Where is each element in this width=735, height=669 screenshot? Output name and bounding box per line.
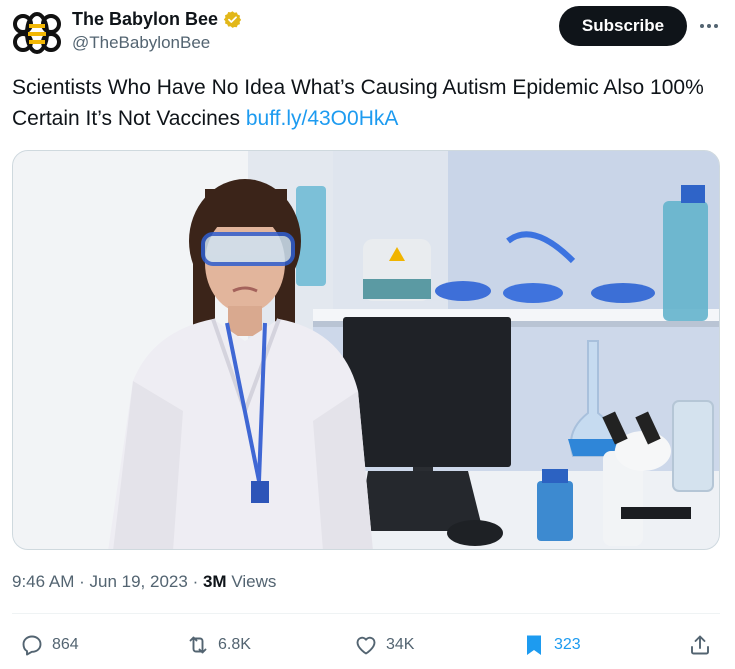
action-bar: 864 6.8K 34K 323 <box>12 630 720 660</box>
bookmark-icon <box>527 635 541 655</box>
gold-verified-badge-icon[interactable] <box>223 10 242 29</box>
repost-button[interactable]: 6.8K <box>186 630 251 660</box>
tweet-time[interactable]: 9:46 AM <box>12 572 74 591</box>
tweet-link[interactable]: buff.ly/43O0HkA <box>246 107 399 130</box>
tweet-meta: 9:46 AM · Jun 19, 2023 · 3M Views <box>12 570 276 594</box>
share-button[interactable] <box>688 630 712 660</box>
meta-separator: · <box>79 572 85 591</box>
like-button[interactable]: 34K <box>354 630 414 660</box>
tweet-photo[interactable] <box>12 150 720 550</box>
tweet-date[interactable]: Jun 19, 2023 <box>90 572 188 591</box>
more-horizontal-icon[interactable] <box>697 14 721 38</box>
reply-icon <box>22 635 42 656</box>
bee-logo-icon <box>13 12 61 54</box>
subscribe-button[interactable]: Subscribe <box>559 6 687 46</box>
tweet-text: Scientists Who Have No Idea What’s Causi… <box>12 72 712 134</box>
repost-count: 6.8K <box>218 636 251 653</box>
reply-count: 864 <box>52 636 79 653</box>
share-icon <box>691 635 709 655</box>
reply-button[interactable]: 864 <box>20 630 79 660</box>
lab-scientist-photo <box>13 151 719 549</box>
repost-icon <box>189 636 207 654</box>
views-label: Views <box>231 572 277 591</box>
meta-separator: · <box>192 572 199 591</box>
like-count: 34K <box>386 636 415 653</box>
bookmark-button[interactable]: 323 <box>522 630 581 660</box>
account-handle[interactable]: @TheBabylonBee <box>72 31 242 55</box>
divider <box>12 613 720 614</box>
avatar[interactable] <box>12 10 62 56</box>
views-count: 3M <box>202 572 227 591</box>
account-names: The Babylon Bee @TheBabylonBee <box>72 8 242 55</box>
account-display-name[interactable]: The Babylon Bee <box>72 8 218 30</box>
tweet-header: The Babylon Bee @TheBabylonBee Subscribe <box>12 6 723 58</box>
account-display-name-row[interactable]: The Babylon Bee <box>72 8 242 30</box>
bookmark-count: 323 <box>554 636 581 653</box>
heart-icon <box>356 636 376 655</box>
